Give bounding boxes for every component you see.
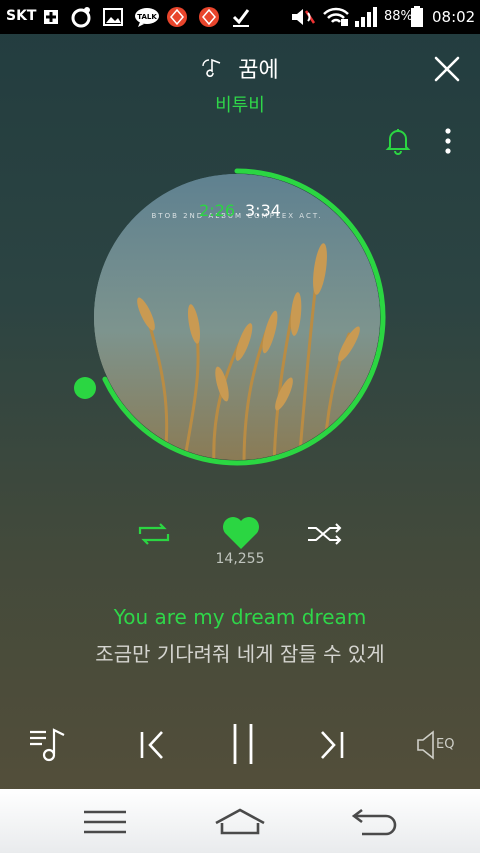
song-title-row: 꿈에: [0, 52, 480, 85]
app-icon: [198, 6, 220, 28]
carrier-label: SKT: [6, 8, 37, 24]
wifi-icon: [322, 6, 350, 28]
progress-handle[interactable]: [74, 377, 96, 399]
like-count: 14,255: [215, 551, 265, 567]
like-button[interactable]: [221, 515, 261, 551]
battery-icon: [410, 6, 424, 28]
home-button[interactable]: [212, 807, 268, 835]
time-display: 2:26 3:34: [190, 201, 290, 220]
usb-icon: [40, 6, 62, 28]
eq-label: EQ: [436, 737, 455, 752]
download-icon: [230, 6, 252, 28]
repeat-icon: [138, 523, 170, 545]
talk-icon: TALK: [134, 6, 160, 28]
menu-button[interactable]: [82, 809, 128, 835]
next-track-button[interactable]: [316, 728, 346, 762]
more-options-button[interactable]: [440, 127, 456, 155]
pause-button[interactable]: [228, 722, 258, 766]
gallery-icon: [102, 6, 124, 28]
speaker-icon: [417, 730, 434, 760]
time-elapsed: 2:26: [199, 201, 235, 220]
lyric-next-line[interactable]: 조금만 기다려줘 네게 잠들 수 있게: [0, 638, 480, 667]
talk-label: TALK: [137, 13, 157, 21]
bell-icon: [385, 129, 411, 155]
status-bar: SKT TALK 88% 08:02: [0, 0, 480, 34]
shuffle-button[interactable]: [306, 520, 344, 548]
settings-icon: [70, 6, 92, 28]
previous-icon: [140, 731, 163, 759]
more-vertical-icon: [445, 128, 451, 154]
signal-icon: [354, 6, 380, 28]
clock: 08:02: [432, 8, 476, 26]
artist-name[interactable]: 비투비: [0, 91, 480, 117]
previous-track-button[interactable]: [138, 728, 168, 762]
notification-button[interactable]: [385, 127, 411, 155]
music-note-icon: [201, 57, 225, 85]
mute-icon: [290, 6, 316, 28]
close-button[interactable]: [432, 54, 462, 84]
back-icon: [351, 808, 397, 836]
heart-icon: [223, 517, 259, 549]
home-icon: [215, 808, 265, 835]
menu-icon: [84, 810, 126, 834]
back-button[interactable]: [350, 807, 400, 837]
playlist-button[interactable]: [28, 724, 68, 764]
navigation-bar: [0, 789, 480, 853]
app-icon: [166, 6, 188, 28]
shuffle-icon: [308, 523, 342, 545]
equalizer-button[interactable]: EQ: [414, 730, 462, 760]
battery-percent: 88%: [384, 9, 413, 24]
close-icon: [434, 56, 460, 82]
pause-icon: [233, 724, 253, 764]
next-icon: [321, 731, 344, 759]
song-title: 꿈에: [238, 58, 279, 83]
album-area: BTOB 2ND ALBUM COMPLEX ACT. 2:26 3:34: [70, 168, 400, 478]
playlist-icon: [30, 728, 65, 762]
lyric-current-line[interactable]: You are my dream dream: [0, 605, 480, 629]
repeat-button[interactable]: [136, 520, 172, 548]
time-total: 3:34: [245, 201, 281, 220]
